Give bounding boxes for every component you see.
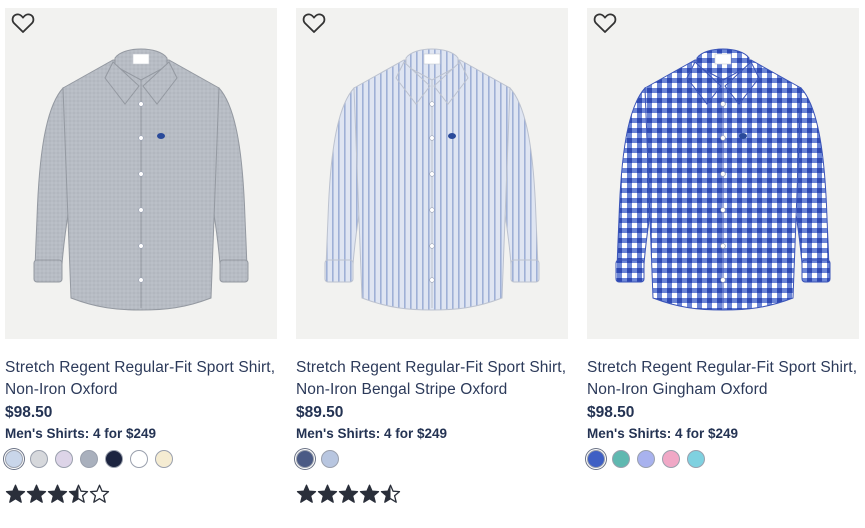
star-rating xyxy=(5,484,277,506)
product-price: $98.50 xyxy=(587,404,635,421)
color-swatch[interactable] xyxy=(637,450,655,468)
product-card[interactable]: Stretch Regent Regular-Fit Sport Shirt, … xyxy=(296,8,568,506)
promo-text: Men's Shirts: 4 for $249 xyxy=(296,426,448,441)
promo-text: Men's Shirts: 4 for $249 xyxy=(5,426,157,441)
product-card[interactable]: Stretch Regent Regular-Fit Sport Shirt, … xyxy=(587,8,859,506)
product-image-shirt[interactable] xyxy=(587,8,859,339)
product-name-link[interactable]: Stretch Regent Regular-Fit Sport Shirt, … xyxy=(5,357,277,401)
color-swatch[interactable] xyxy=(30,450,48,468)
heart-outline-icon[interactable] xyxy=(593,12,617,34)
color-swatch[interactable] xyxy=(296,450,314,468)
color-swatch[interactable] xyxy=(80,450,98,468)
star-icon xyxy=(380,484,401,503)
product-name-line1: Stretch Regent Regular-Fit Sport Shirt, xyxy=(296,359,567,376)
product-name-line2: Non-Iron Gingham Oxford xyxy=(587,381,768,398)
star-icon xyxy=(5,484,26,503)
color-swatches xyxy=(296,450,568,472)
product-name-line2: Non-Iron Oxford xyxy=(5,381,118,398)
color-swatch[interactable] xyxy=(105,450,123,468)
star-rating xyxy=(296,484,568,506)
product-price: $98.50 xyxy=(5,404,53,421)
product-image[interactable] xyxy=(5,8,277,339)
product-image-shirt[interactable] xyxy=(296,8,568,339)
star-icon xyxy=(68,484,89,503)
color-swatches xyxy=(587,450,859,472)
color-swatch[interactable] xyxy=(687,450,705,468)
heart-outline-icon[interactable] xyxy=(302,12,326,34)
star-icon xyxy=(89,484,110,503)
heart-outline-icon[interactable] xyxy=(11,12,35,34)
color-swatch[interactable] xyxy=(612,450,630,468)
product-name-link[interactable]: Stretch Regent Regular-Fit Sport Shirt, … xyxy=(296,357,568,401)
color-swatch[interactable] xyxy=(155,450,173,468)
product-name-line1: Stretch Regent Regular-Fit Sport Shirt, xyxy=(5,359,276,376)
star-icon xyxy=(26,484,47,503)
color-swatch[interactable] xyxy=(662,450,680,468)
star-icon xyxy=(317,484,338,503)
product-image-shirt[interactable] xyxy=(5,8,277,339)
product-price: $89.50 xyxy=(296,404,344,421)
product-image[interactable] xyxy=(296,8,568,339)
color-swatch[interactable] xyxy=(130,450,148,468)
star-rating xyxy=(587,484,859,506)
color-swatch[interactable] xyxy=(5,450,23,468)
product-name-link[interactable]: Stretch Regent Regular-Fit Sport Shirt, … xyxy=(587,357,859,401)
star-icon xyxy=(47,484,68,503)
color-swatches xyxy=(5,450,277,472)
product-image[interactable] xyxy=(587,8,859,339)
star-icon xyxy=(359,484,380,503)
product-name-line1: Stretch Regent Regular-Fit Sport Shirt, xyxy=(587,359,858,376)
color-swatch[interactable] xyxy=(321,450,339,468)
star-icon xyxy=(296,484,317,503)
star-icon xyxy=(338,484,359,503)
product-name-line2: Non-Iron Bengal Stripe Oxford xyxy=(296,381,508,398)
product-card[interactable]: Stretch Regent Regular-Fit Sport Shirt, … xyxy=(5,8,277,506)
promo-text: Men's Shirts: 4 for $249 xyxy=(587,426,739,441)
color-swatch[interactable] xyxy=(587,450,605,468)
color-swatch[interactable] xyxy=(55,450,73,468)
